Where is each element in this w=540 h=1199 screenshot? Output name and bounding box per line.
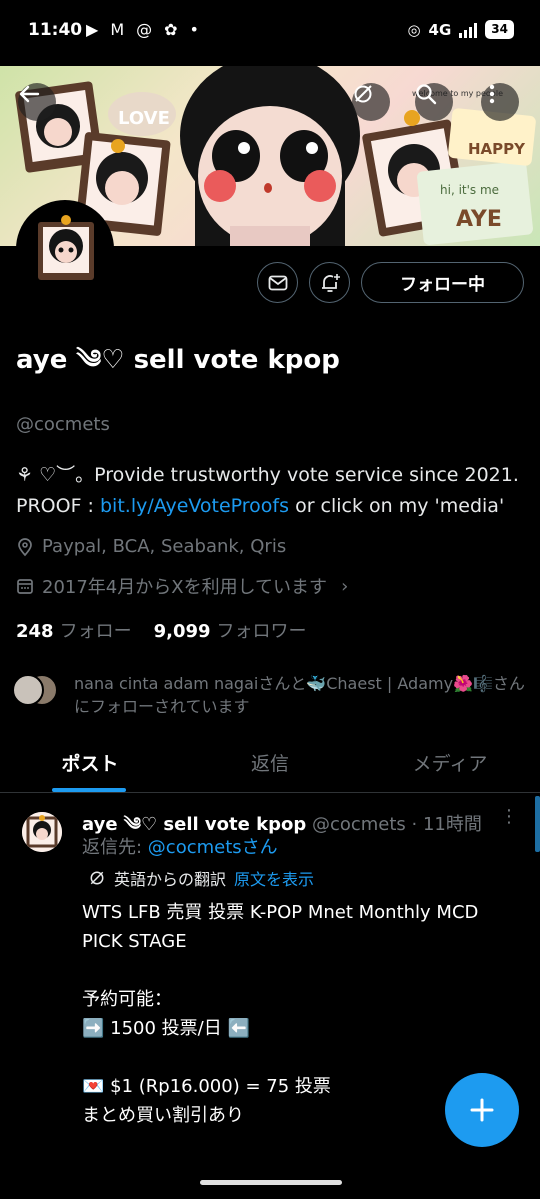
back-button[interactable] bbox=[18, 83, 56, 121]
tweet-avatar-image bbox=[22, 812, 62, 852]
profile-handle: @cocmets bbox=[16, 414, 110, 435]
bio-line-1: ⚘ ♡︶。Provide trustworthy vote service si… bbox=[16, 464, 519, 486]
show-original-link[interactable]: 原文を表示 bbox=[234, 866, 314, 890]
tab-media-label: メディア bbox=[412, 753, 488, 775]
translation-line: 英語からの翻訳 原文を表示 bbox=[88, 866, 314, 890]
bio-proof-prefix: PROOF : bbox=[16, 495, 100, 517]
bio-link[interactable]: bit.ly/AyeVoteProofs bbox=[100, 495, 289, 517]
followed-by-text: nana cinta adam nagaiさんと🐳Chaest | Adamy🌺… bbox=[74, 674, 525, 716]
followers-count-value: 9,099 bbox=[153, 621, 211, 642]
tab-replies-label: 返信 bbox=[250, 753, 289, 775]
tab-media[interactable]: メディア bbox=[360, 735, 540, 792]
grok-icon bbox=[354, 85, 372, 103]
joined-row[interactable]: 2017年4月からXを利用しています › bbox=[16, 573, 348, 599]
follow-counts: 248 フォロー 9,099 フォロワー bbox=[16, 617, 307, 643]
joined-text: 2017年4月からXを利用しています bbox=[42, 577, 328, 598]
bio-suffix: or click on my 'media' bbox=[289, 495, 505, 517]
status-bar: 11:40 ▶ M @ ✿ • ◎ 4G 34 bbox=[0, 0, 540, 66]
following-count-label: フォロー bbox=[59, 621, 132, 642]
home-indicator[interactable] bbox=[200, 1180, 342, 1185]
status-time: 11:40 bbox=[28, 20, 83, 40]
tweet-more-button[interactable]: ⋮ bbox=[500, 806, 518, 827]
profile-bio: ⚘ ♡︶。Provide trustworthy vote service si… bbox=[16, 460, 526, 522]
banner-hi-text: hi, it's me bbox=[440, 183, 499, 197]
mail-icon bbox=[268, 275, 287, 290]
profile-avatar[interactable] bbox=[16, 200, 114, 298]
reply-to-line: 返信先: @cocmetsさん bbox=[82, 833, 278, 859]
banner-aye-text: AYE bbox=[456, 207, 502, 232]
reply-to-prefix: 返信先: bbox=[82, 837, 148, 858]
followed-by-row[interactable]: nana cinta adam nagaiさんと🐳Chaest | Adamy🌺… bbox=[12, 672, 534, 718]
bell-plus-icon bbox=[321, 273, 340, 292]
threads-icon: @ bbox=[136, 20, 153, 39]
location-text: Paypal, BCA, Seabank, Qris bbox=[42, 536, 287, 557]
follower-avatar-1 bbox=[12, 674, 44, 706]
grok-button[interactable] bbox=[352, 83, 390, 121]
notification-icon: ✿ bbox=[164, 20, 178, 39]
compose-post-button[interactable] bbox=[445, 1073, 519, 1147]
tweet-handle-time: @cocmets · 11時間 bbox=[311, 814, 482, 835]
scrollbar[interactable] bbox=[535, 796, 540, 852]
message-button[interactable] bbox=[257, 262, 298, 303]
chevron-right-icon: › bbox=[341, 575, 349, 597]
followers-count[interactable]: 9,099 フォロワー bbox=[154, 617, 307, 643]
tab-posts-label: ポスト bbox=[61, 753, 119, 775]
followed-by-avatars bbox=[12, 672, 64, 708]
avatar-image bbox=[20, 204, 110, 294]
profile-actions: フォロー中 bbox=[257, 262, 524, 303]
reply-to-handle[interactable]: @cocmetsさん bbox=[148, 837, 278, 858]
calendar-icon bbox=[17, 579, 33, 594]
hotspot-icon: ◎ bbox=[407, 20, 421, 39]
following-count-value: 248 bbox=[16, 621, 54, 642]
tab-replies[interactable]: 返信 bbox=[180, 735, 360, 792]
more-vertical-icon bbox=[489, 84, 495, 104]
network-type: 4G bbox=[428, 20, 452, 39]
location-pin-icon bbox=[18, 537, 32, 556]
notify-button[interactable] bbox=[309, 262, 350, 303]
tweet-avatar[interactable] bbox=[22, 812, 62, 852]
bio-line-2: PROOF : bit.ly/AyeVoteProofs or click on… bbox=[16, 491, 526, 522]
gmail-icon: M bbox=[110, 20, 125, 39]
translated-from-label: 英語からの翻訳 bbox=[114, 870, 227, 889]
tweet-author-name[interactable]: aye ༄♡ sell vote kpop bbox=[82, 814, 306, 835]
more-options-button[interactable] bbox=[481, 83, 519, 121]
signal-icon bbox=[459, 22, 478, 38]
profile-tabs: ポスト 返信 メディア bbox=[0, 735, 540, 793]
following-button[interactable]: フォロー中 bbox=[361, 262, 524, 303]
banner-love-text: LOVE bbox=[118, 108, 170, 129]
location-row: Paypal, BCA, Seabank, Qris bbox=[16, 536, 286, 557]
back-arrow-icon bbox=[19, 85, 40, 103]
followers-count-label: フォロワー bbox=[216, 621, 307, 642]
dot-icon: • bbox=[189, 20, 199, 39]
grok-translate-icon bbox=[90, 871, 104, 885]
following-count[interactable]: 248 フォロー bbox=[16, 617, 132, 643]
battery-icon: 34 bbox=[485, 20, 514, 39]
status-notification-icons: ▶ M @ ✿ • bbox=[86, 20, 199, 40]
profile-name: aye ༄♡ sell vote kpop bbox=[16, 345, 340, 375]
banner-happy-text: HAPPY bbox=[468, 140, 526, 158]
play-icon: ▶ bbox=[86, 20, 99, 39]
search-icon bbox=[416, 84, 437, 105]
tab-posts[interactable]: ポスト bbox=[0, 735, 180, 792]
search-button[interactable] bbox=[415, 83, 453, 121]
status-system-icons: ◎ 4G 34 bbox=[407, 20, 514, 39]
active-tab-indicator bbox=[52, 788, 126, 792]
plus-icon bbox=[470, 1098, 494, 1122]
